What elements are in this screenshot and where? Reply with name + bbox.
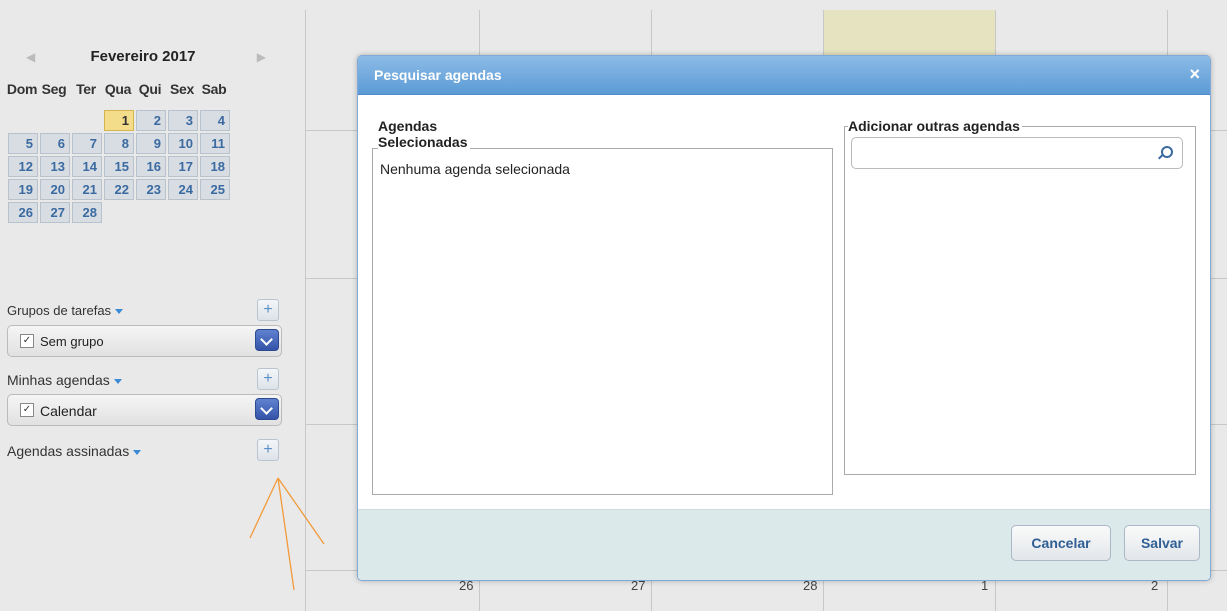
today-day-cell[interactable]: 1 [104,110,134,131]
dialog-header: Pesquisar agendas × [358,56,1210,95]
empty-day-cell [168,202,198,223]
mini-calendar-header: ◀ Fevereiro 2017 ▶ [8,40,278,76]
mini-calendar-days: 1 2 3 4 5 6 7 8 9 10 11 12 13 14 15 16 17 18 19 20 21 22 23 24 2… [8,110,278,223]
task-groups-label: Grupos de tarefas [7,303,112,318]
day-cell[interactable]: 19 [8,179,38,200]
empty-day-cell [40,110,70,131]
day-cell[interactable]: 28 [72,202,102,223]
weekday-label: Qui [138,81,162,97]
add-calendars-legend: Adicionar outras agendas [848,118,1022,134]
mini-calendar-title: Fevereiro 2017 [90,48,196,65]
weekday-header: Dom Seg Ter Qua Qui Sex Sab [6,76,278,102]
day-cell[interactable]: 22 [104,179,134,200]
day-cell[interactable]: 18 [200,156,230,177]
caret-down-icon [115,309,124,315]
empty-day-cell [104,202,134,223]
close-icon[interactable]: × [1189,64,1200,85]
day-cell[interactable]: 9 [136,133,166,154]
weekday-label: Sab [201,81,227,97]
weekday-label: Dom [6,81,38,97]
day-cell[interactable]: 5 [8,133,38,154]
day-cell[interactable]: 17 [168,156,198,177]
week-row: 26 27 28 [8,202,278,223]
my-calendar-checkbox[interactable]: ✓ [20,403,34,417]
selected-legend-line1: Agendas [378,118,438,134]
day-cell[interactable]: 25 [200,179,230,200]
day-cell[interactable]: 6 [40,133,70,154]
day-cell[interactable]: 21 [72,179,102,200]
caret-down-icon [113,379,122,385]
my-calendars-section: Minhas agendas + ✓ Calendar [7,368,282,432]
empty-selection-message: Nenhuma agenda selecionada [380,161,570,177]
caret-down-icon [133,450,142,456]
task-groups-title[interactable]: Grupos de tarefas [7,303,124,318]
day-cell[interactable]: 12 [8,156,38,177]
day-cell[interactable]: 23 [136,179,166,200]
empty-day-cell [72,110,102,131]
dialog-footer: Cancelar Salvar [358,509,1210,580]
day-cell[interactable]: 13 [40,156,70,177]
week-row: 12 13 14 15 16 17 18 [8,156,278,177]
grid-line [305,10,306,611]
search-icon[interactable] [1161,146,1173,158]
my-calendars-label: Minhas agendas [7,372,110,388]
week-row: 19 20 21 22 23 24 25 [8,179,278,200]
day-cell[interactable]: 10 [168,133,198,154]
search-calendars-dialog: Pesquisar agendas × Nenhuma agenda selec… [357,55,1211,581]
day-cell[interactable]: 20 [40,179,70,200]
day-cell[interactable]: 8 [104,133,134,154]
week-row: 5 6 7 8 9 10 11 [8,133,278,154]
day-cell[interactable]: 16 [136,156,166,177]
day-cell[interactable]: 24 [168,179,198,200]
selected-legend-line2: Selecionadas [378,134,468,150]
day-cell[interactable]: 7 [72,133,102,154]
subscribed-calendars-label: Agendas assinadas [7,443,130,459]
chevron-down-icon[interactable] [255,329,279,351]
week-row: 1234 [8,110,278,131]
search-input[interactable] [858,143,1152,163]
empty-day-cell [8,110,38,131]
search-box [851,137,1183,169]
day-cell[interactable]: 11 [200,133,230,154]
next-month-icon[interactable]: ▶ [257,50,266,64]
dialog-title: Pesquisar agendas [374,67,502,83]
day-cell[interactable]: 2 [136,110,166,131]
selected-calendars-panel: Nenhuma agenda selecionada [372,148,833,495]
my-calendar-label: Calendar [40,403,97,419]
day-cell[interactable]: 15 [104,156,134,177]
my-calendars-title[interactable]: Minhas agendas [7,372,122,388]
weekday-label: Seg [41,81,67,97]
selected-calendars-legend: Agendas Selecionadas [378,118,470,150]
day-cell[interactable]: 4 [200,110,230,131]
chevron-down-icon[interactable] [255,398,279,420]
task-group-checkbox[interactable]: ✓ [20,334,34,348]
subscribed-calendars-title[interactable]: Agendas assinadas [7,443,142,459]
add-my-calendar-button[interactable]: + [257,368,279,390]
save-button[interactable]: Salvar [1124,525,1200,561]
day-cell[interactable]: 26 [8,202,38,223]
task-group-label: Sem grupo [40,334,104,349]
add-task-group-button[interactable]: + [257,299,279,321]
weekday-label: Qua [104,81,132,97]
task-group-item[interactable]: ✓ Sem grupo [7,325,282,357]
day-cell[interactable]: 3 [168,110,198,131]
mini-calendar: ◀ Fevereiro 2017 ▶ Dom Seg Ter Qua Qui Sex Sab… [6,40,278,223]
empty-day-cell [136,202,166,223]
task-groups-section: Grupos de tarefas + ✓ Sem grupo [7,299,282,363]
day-cell[interactable]: 27 [40,202,70,223]
day-cell[interactable]: 14 [72,156,102,177]
subscribed-calendars-section: Agendas assinadas + [7,439,282,473]
weekday-label: Sex [169,81,194,97]
my-calendar-item[interactable]: ✓ Calendar [7,394,282,426]
empty-day-cell [200,202,230,223]
add-calendars-panel [844,126,1196,475]
weekday-label: Ter [76,81,96,97]
cancel-button[interactable]: Cancelar [1011,525,1111,561]
add-subscribed-calendar-button[interactable]: + [257,439,279,461]
sidebar: ◀ Fevereiro 2017 ▶ Dom Seg Ter Qua Qui Sex Sab… [0,0,300,611]
